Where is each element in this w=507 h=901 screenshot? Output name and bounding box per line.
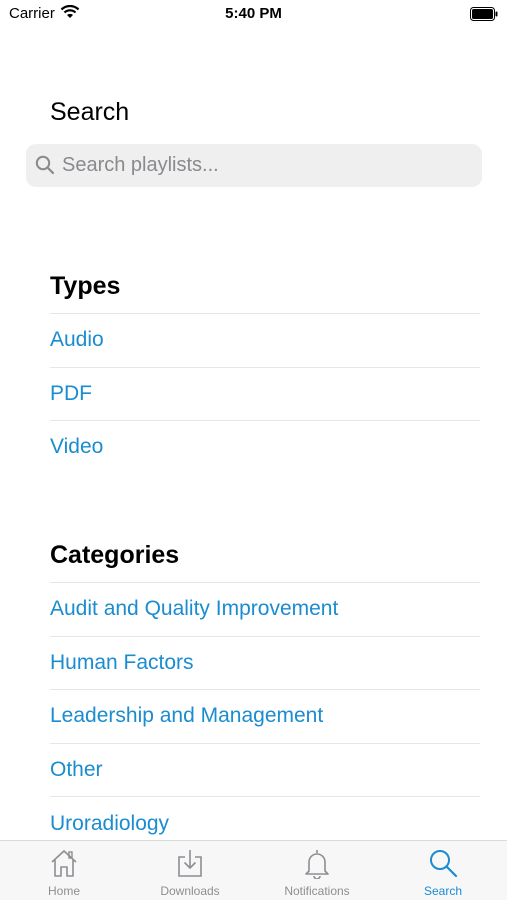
list-item-label: Human Factors [50, 650, 194, 674]
tab-notifications[interactable]: Notifications [254, 841, 380, 901]
magnifier-icon [35, 155, 55, 180]
list-item-label: Audio [50, 328, 104, 352]
list-item-label: Video [50, 435, 104, 459]
search-bar[interactable] [26, 144, 482, 187]
list-item-label: Audit and Quality Improvement [50, 597, 339, 621]
category-item-other[interactable]: Other [50, 742, 480, 797]
download-icon [178, 850, 202, 877]
list-item-label: Leadership and Management [50, 704, 324, 728]
categories-list: Audit and Quality Improvement Human Fact… [50, 582, 480, 850]
bell-icon [305, 850, 329, 879]
list-item-label: PDF [50, 381, 92, 405]
types-item-video[interactable]: Video [50, 420, 480, 474]
category-item-human-factors[interactable]: Human Factors [50, 635, 480, 690]
types-heading: Types [50, 272, 121, 300]
list-item-label: Uroradiology [50, 811, 170, 835]
search-input[interactable] [62, 144, 472, 187]
tab-downloads[interactable]: Downloads [127, 841, 253, 901]
category-item-leadership[interactable]: Leadership and Management [50, 689, 480, 743]
tab-home[interactable]: Home [1, 841, 127, 901]
status-bar: Carrier 5:40 PM [0, 0, 507, 28]
tab-label: Downloads [160, 884, 220, 898]
tab-label: Search [423, 884, 463, 898]
home-icon [51, 850, 77, 877]
list-item-label: Other [50, 758, 103, 782]
search-icon [430, 850, 458, 878]
search-heading: Search [50, 98, 130, 126]
tab-search[interactable]: Search [380, 841, 506, 901]
battery-icon [470, 7, 498, 26]
tab-label: Home [47, 884, 80, 898]
categories-heading: Categories [50, 541, 180, 569]
tab-bar: Home Downloads Notifications Search [0, 840, 507, 900]
types-item-pdf[interactable]: PDF [50, 366, 480, 421]
category-item-audit[interactable]: Audit and Quality Improvement [50, 582, 480, 636]
types-list: Audio PDF Video [50, 313, 480, 474]
status-time: 5:40 PM [225, 5, 282, 22]
tab-label: Notifications [284, 884, 350, 898]
types-item-audio[interactable]: Audio [50, 313, 480, 367]
